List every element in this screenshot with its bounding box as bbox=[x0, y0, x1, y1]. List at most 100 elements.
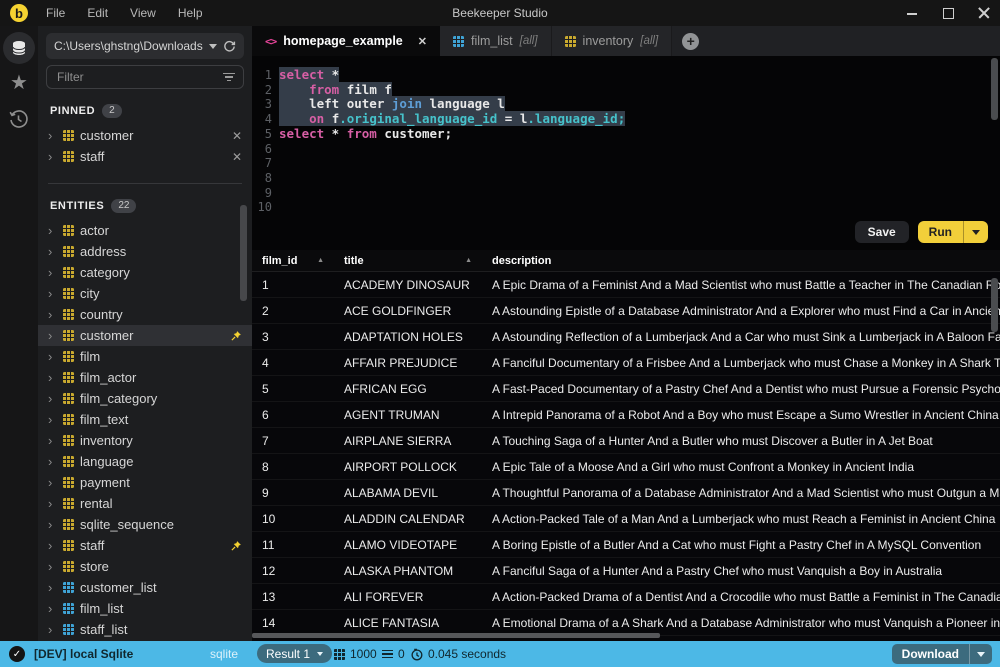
sidebar-item-payment[interactable]: payment bbox=[38, 472, 252, 493]
sidebar-item-film_category[interactable]: film_category bbox=[38, 388, 252, 409]
sidebar-item-store[interactable]: store bbox=[38, 556, 252, 577]
connection-name[interactable]: [DEV] local Sqlite bbox=[34, 647, 133, 661]
table-row[interactable]: 4AFFAIR PREJUDICEA Fanciful Documentary … bbox=[252, 350, 1000, 376]
table-row[interactable]: 3ADAPTATION HOLESA Astounding Reflection… bbox=[252, 324, 1000, 350]
chevron-right-icon[interactable] bbox=[48, 497, 57, 510]
sidebar-item-language[interactable]: language bbox=[38, 451, 252, 472]
editor-scrollbar[interactable] bbox=[991, 58, 998, 120]
menu-view[interactable]: View bbox=[124, 6, 162, 20]
sidebar-item-film_text[interactable]: film_text bbox=[38, 409, 252, 430]
history-nav-button[interactable] bbox=[8, 109, 28, 134]
table-row[interactable]: 11ALAMO VIDEOTAPEA Boring Epistle of a B… bbox=[252, 532, 1000, 558]
sidebar-item-film_actor[interactable]: film_actor bbox=[38, 367, 252, 388]
chevron-right-icon[interactable] bbox=[48, 392, 57, 405]
sidebar-item-rental[interactable]: rental bbox=[38, 493, 252, 514]
chevron-right-icon[interactable] bbox=[48, 329, 57, 342]
chevron-right-icon[interactable] bbox=[48, 350, 57, 363]
filter-icon[interactable] bbox=[222, 73, 235, 82]
chevron-right-icon[interactable] bbox=[48, 539, 57, 552]
chevron-right-icon[interactable] bbox=[48, 308, 57, 321]
sidebar-item-city[interactable]: city bbox=[38, 283, 252, 304]
run-button-label[interactable]: Run bbox=[918, 225, 963, 239]
menu-file[interactable]: File bbox=[40, 6, 71, 20]
chevron-right-icon[interactable] bbox=[48, 455, 57, 468]
chevron-right-icon[interactable] bbox=[48, 413, 57, 426]
chevron-right-icon[interactable] bbox=[48, 224, 57, 237]
tab-close-icon[interactable] bbox=[418, 35, 427, 48]
table-row[interactable]: 6AGENT TRUMANA Intrepid Panorama of a Ro… bbox=[252, 402, 1000, 428]
table-row[interactable]: 10ALADDIN CALENDARA Action-Packed Tale o… bbox=[252, 506, 1000, 532]
filter-input[interactable] bbox=[55, 69, 216, 85]
sidebar-item-address[interactable]: address bbox=[38, 241, 252, 262]
minimize-icon[interactable] bbox=[906, 7, 918, 19]
close-icon[interactable] bbox=[978, 7, 990, 19]
run-button[interactable]: Run bbox=[918, 221, 988, 243]
sidebar-item-film_list[interactable]: film_list bbox=[38, 598, 252, 619]
column-header-film_id[interactable]: film_id bbox=[252, 255, 334, 267]
chevron-right-icon[interactable] bbox=[48, 581, 57, 594]
table-row[interactable]: 8AIRPORT POLLOCKA Epic Tale of a Moose A… bbox=[252, 454, 1000, 480]
download-options-button[interactable] bbox=[969, 644, 992, 664]
tab-inventory[interactable]: inventory[all] bbox=[552, 26, 673, 56]
sort-ascending-icon[interactable] bbox=[309, 257, 324, 264]
table-row[interactable]: 9ALABAMA DEVILA Thoughtful Panorama of a… bbox=[252, 480, 1000, 506]
chevron-right-icon[interactable] bbox=[48, 560, 57, 573]
table-row[interactable]: 5AFRICAN EGGA Fast-Paced Documentary of … bbox=[252, 376, 1000, 402]
sidebar-item-customer[interactable]: customer bbox=[38, 125, 252, 146]
chevron-right-icon[interactable] bbox=[48, 266, 57, 279]
unpin-close-icon[interactable] bbox=[232, 150, 242, 164]
save-button[interactable]: Save bbox=[855, 221, 909, 243]
results-vertical-scrollbar[interactable] bbox=[991, 278, 998, 332]
chevron-right-icon[interactable] bbox=[48, 150, 57, 163]
sort-ascending-icon[interactable] bbox=[457, 257, 472, 264]
sidebar-item-customer_list[interactable]: customer_list bbox=[38, 577, 252, 598]
sidebar-item-staff[interactable]: staff bbox=[38, 146, 252, 167]
entity-name: category bbox=[80, 265, 130, 280]
unpin-close-icon[interactable] bbox=[232, 129, 242, 143]
favorites-nav-button[interactable]: ★ bbox=[0, 72, 38, 94]
tab-homepage_example[interactable]: homepage_example bbox=[252, 26, 440, 56]
cell-title: AFRICAN EGG bbox=[334, 382, 482, 396]
chevron-right-icon[interactable] bbox=[48, 245, 57, 258]
chevron-right-icon[interactable] bbox=[48, 371, 57, 384]
editor-code[interactable]: select * from film f left outer join lan… bbox=[279, 68, 625, 142]
menu-help[interactable]: Help bbox=[172, 6, 209, 20]
sidebar-item-film[interactable]: film bbox=[38, 346, 252, 367]
connection-selector[interactable]: C:\Users\ghstng\Downloads bbox=[46, 33, 244, 59]
refresh-icon[interactable] bbox=[223, 40, 236, 53]
chevron-right-icon[interactable] bbox=[48, 129, 57, 142]
sidebar-scrollbar[interactable] bbox=[240, 205, 247, 301]
database-nav-button[interactable] bbox=[3, 32, 35, 64]
chevron-right-icon[interactable] bbox=[48, 476, 57, 489]
table-row[interactable]: 2ACE GOLDFINGERA Astounding Epistle of a… bbox=[252, 298, 1000, 324]
results-horizontal-scrollbar[interactable] bbox=[252, 633, 660, 638]
sidebar-item-inventory[interactable]: inventory bbox=[38, 430, 252, 451]
chevron-right-icon[interactable] bbox=[48, 623, 57, 636]
result-selector-button[interactable]: Result 1 bbox=[257, 644, 332, 663]
sidebar-item-actor[interactable]: actor bbox=[38, 220, 252, 241]
new-tab-button[interactable] bbox=[682, 33, 699, 50]
menu-edit[interactable]: Edit bbox=[81, 6, 114, 20]
maximize-icon[interactable] bbox=[942, 7, 954, 19]
sidebar-item-staff_list[interactable]: staff_list bbox=[38, 619, 252, 640]
sidebar-item-category[interactable]: category bbox=[38, 262, 252, 283]
table-row[interactable]: 7AIRPLANE SIERRAA Touching Saga of a Hun… bbox=[252, 428, 1000, 454]
sidebar-item-country[interactable]: country bbox=[38, 304, 252, 325]
chevron-right-icon[interactable] bbox=[48, 287, 57, 300]
tab-film_list[interactable]: film_list[all] bbox=[440, 26, 552, 56]
sidebar-item-customer[interactable]: customer bbox=[38, 325, 252, 346]
download-button[interactable]: Download bbox=[892, 644, 992, 664]
chevron-right-icon[interactable] bbox=[48, 518, 57, 531]
chevron-right-icon[interactable] bbox=[48, 602, 57, 615]
column-header-title[interactable]: title bbox=[334, 255, 482, 267]
sql-editor[interactable]: 12345678910 select * from film f left ou… bbox=[252, 56, 1000, 250]
table-row[interactable]: 13ALI FOREVERA Action-Packed Drama of a … bbox=[252, 584, 1000, 610]
table-row[interactable]: 12ALASKA PHANTOMA Fanciful Saga of a Hun… bbox=[252, 558, 1000, 584]
column-header-description[interactable]: description bbox=[482, 255, 1000, 267]
sidebar-item-sqlite_sequence[interactable]: sqlite_sequence bbox=[38, 514, 252, 535]
sidebar-item-staff[interactable]: staff bbox=[38, 535, 252, 556]
run-options-button[interactable] bbox=[963, 221, 988, 243]
chevron-right-icon[interactable] bbox=[48, 434, 57, 447]
table-row[interactable]: 1ACADEMY DINOSAURA Epic Drama of a Femin… bbox=[252, 272, 1000, 298]
history-clock-icon bbox=[8, 109, 28, 129]
